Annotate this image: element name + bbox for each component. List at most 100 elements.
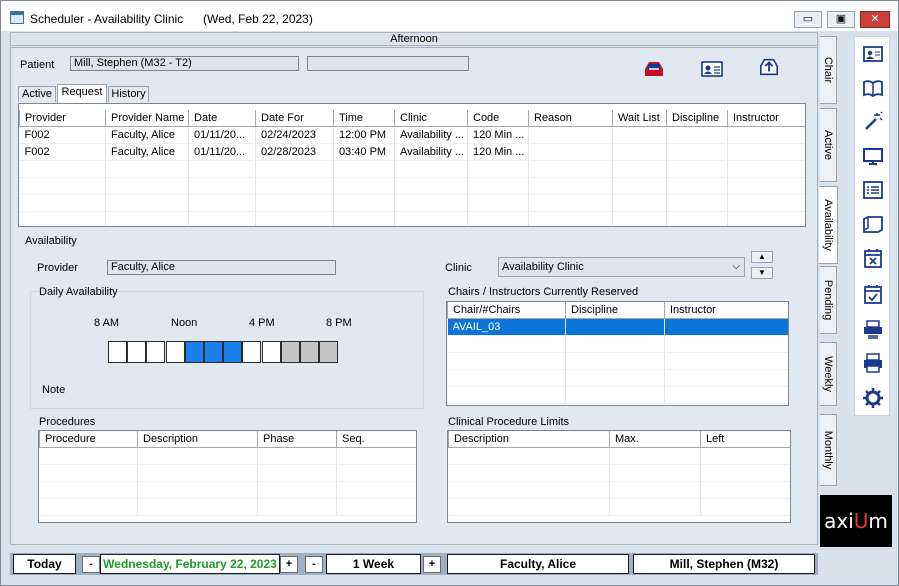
- column-header[interactable]: Left: [700, 431, 790, 448]
- patient-id-card-icon[interactable]: [700, 59, 724, 79]
- provider-display[interactable]: Faculty, Alice: [447, 554, 629, 574]
- side-tab-chair[interactable]: Chair: [820, 36, 837, 104]
- request-row[interactable]: F002 Faculty, Alice 01/11/20... 02/28/2023 0…: [19, 143, 805, 161]
- scroll-down-button[interactable]: ▼: [751, 267, 773, 279]
- column-header[interactable]: Instructor: [664, 302, 788, 319]
- availability-slot-open[interactable]: [165, 341, 185, 363]
- scroll-up-button[interactable]: ▲: [751, 251, 773, 263]
- folder-icon[interactable]: [862, 213, 884, 235]
- side-tab-availability[interactable]: Availability: [819, 186, 838, 264]
- availability-slot-open[interactable]: [242, 341, 262, 363]
- column-header[interactable]: Date: [188, 110, 256, 127]
- request-row[interactable]: F002 Faculty, Alice 01/11/20... 02/24/2023 1…: [19, 126, 805, 144]
- column-header[interactable]: Time: [333, 110, 395, 127]
- side-tab-pending[interactable]: Pending: [820, 266, 837, 334]
- column-header[interactable]: Instructor: [727, 110, 805, 127]
- table-cell: [137, 498, 258, 516]
- list-icon[interactable]: [862, 179, 884, 201]
- monitor-icon[interactable]: [862, 145, 884, 167]
- column-header[interactable]: Wait List: [612, 110, 667, 127]
- column-header[interactable]: Provider: [19, 110, 106, 127]
- availability-slot-closed[interactable]: [319, 341, 339, 363]
- current-date-display[interactable]: Wednesday, February 22, 2023: [100, 554, 280, 574]
- table-cell: [612, 177, 667, 195]
- side-tab-monthly[interactable]: Monthly: [820, 414, 837, 486]
- side-tab-weekly[interactable]: Weekly: [820, 342, 837, 406]
- availability-slot-open[interactable]: [127, 341, 147, 363]
- empty-row: [39, 447, 416, 465]
- table-cell: [528, 143, 613, 161]
- table-cell: [664, 335, 788, 353]
- calendar-check-icon[interactable]: [862, 283, 884, 305]
- range-prev-button[interactable]: -: [305, 556, 323, 573]
- range-next-button[interactable]: +: [423, 556, 441, 573]
- column-header[interactable]: Code: [467, 110, 529, 127]
- settings-icon[interactable]: [862, 387, 884, 409]
- column-header[interactable]: Provider Name: [105, 110, 189, 127]
- column-header[interactable]: Seq.: [336, 431, 416, 448]
- table-cell: [609, 481, 701, 499]
- availability-slot-closed[interactable]: [280, 341, 300, 363]
- empty-row: [39, 481, 416, 499]
- magic-wand-icon[interactable]: [862, 110, 884, 132]
- availability-slot-open[interactable]: [146, 341, 166, 363]
- upload-tray-icon[interactable]: [757, 57, 781, 77]
- tab-active[interactable]: Active: [18, 86, 56, 102]
- side-tab-active[interactable]: Active: [820, 108, 837, 182]
- alert-tray-icon[interactable]: [642, 59, 666, 79]
- clinic-select[interactable]: Availability Clinic ⌵: [498, 257, 745, 277]
- availability-slot-booked[interactable]: [204, 341, 223, 363]
- maximize-button[interactable]: ▣: [827, 11, 855, 28]
- table-cell: [528, 211, 613, 226]
- column-header[interactable]: Discipline: [666, 110, 728, 127]
- chair-row[interactable]: AVAIL_03: [447, 318, 788, 336]
- provider-label: Provider: [37, 262, 78, 274]
- minimize-button[interactable]: ▭: [794, 11, 822, 28]
- range-display[interactable]: 1 Week: [326, 554, 421, 574]
- availability-slot-closed[interactable]: [300, 341, 319, 363]
- date-next-button[interactable]: +: [280, 556, 298, 573]
- table-cell: [39, 498, 138, 516]
- column-header[interactable]: Max.: [609, 431, 701, 448]
- procedures-table: Procedure Description Phase Seq.: [38, 430, 417, 523]
- column-header[interactable]: Reason: [528, 110, 613, 127]
- column-header[interactable]: Procedure: [39, 431, 138, 448]
- column-header[interactable]: Clinic: [394, 110, 468, 127]
- today-button[interactable]: Today: [13, 554, 76, 574]
- printer-icon[interactable]: [862, 352, 884, 374]
- print-list-icon[interactable]: [862, 318, 884, 340]
- table-cell: [255, 211, 334, 226]
- table-cell: [609, 447, 701, 465]
- column-header[interactable]: Description: [137, 431, 258, 448]
- table-cell: [727, 211, 805, 226]
- column-header[interactable]: Discipline: [565, 302, 665, 319]
- table-cell: [255, 177, 334, 195]
- date-prev-button[interactable]: -: [82, 556, 100, 573]
- patient-display[interactable]: Mill, Stephen (M32): [633, 554, 815, 574]
- column-header[interactable]: Phase: [257, 431, 337, 448]
- limits-table: Description Max. Left: [447, 430, 791, 523]
- availability-slot-open[interactable]: [108, 341, 127, 363]
- patient-card-icon[interactable]: [862, 43, 884, 65]
- table-cell: [257, 498, 337, 516]
- availability-slot-booked[interactable]: [184, 341, 204, 363]
- table-cell: [612, 194, 667, 212]
- availability-slot-booked[interactable]: [223, 341, 243, 363]
- scheduler-window: Scheduler - Availability Clinic (Wed, Fe…: [0, 0, 899, 586]
- column-header[interactable]: Chair/#Chairs: [447, 302, 566, 319]
- availability-slot-open[interactable]: [261, 341, 281, 363]
- table-cell: [333, 177, 395, 195]
- empty-row: [447, 386, 788, 404]
- calendar-x-icon[interactable]: [862, 247, 884, 269]
- tab-request[interactable]: Request: [57, 84, 107, 103]
- procedures-label: Procedures: [39, 416, 96, 428]
- column-header[interactable]: Date For: [255, 110, 334, 127]
- table-cell: [447, 369, 566, 387]
- book-icon[interactable]: [862, 77, 884, 99]
- table-cell: [336, 447, 416, 465]
- tab-history[interactable]: History: [108, 86, 149, 102]
- limits-label: Clinical Procedure Limits: [448, 416, 570, 428]
- empty-row: [447, 335, 788, 353]
- close-button[interactable]: ✕: [860, 11, 890, 28]
- column-header[interactable]: Description: [448, 431, 610, 448]
